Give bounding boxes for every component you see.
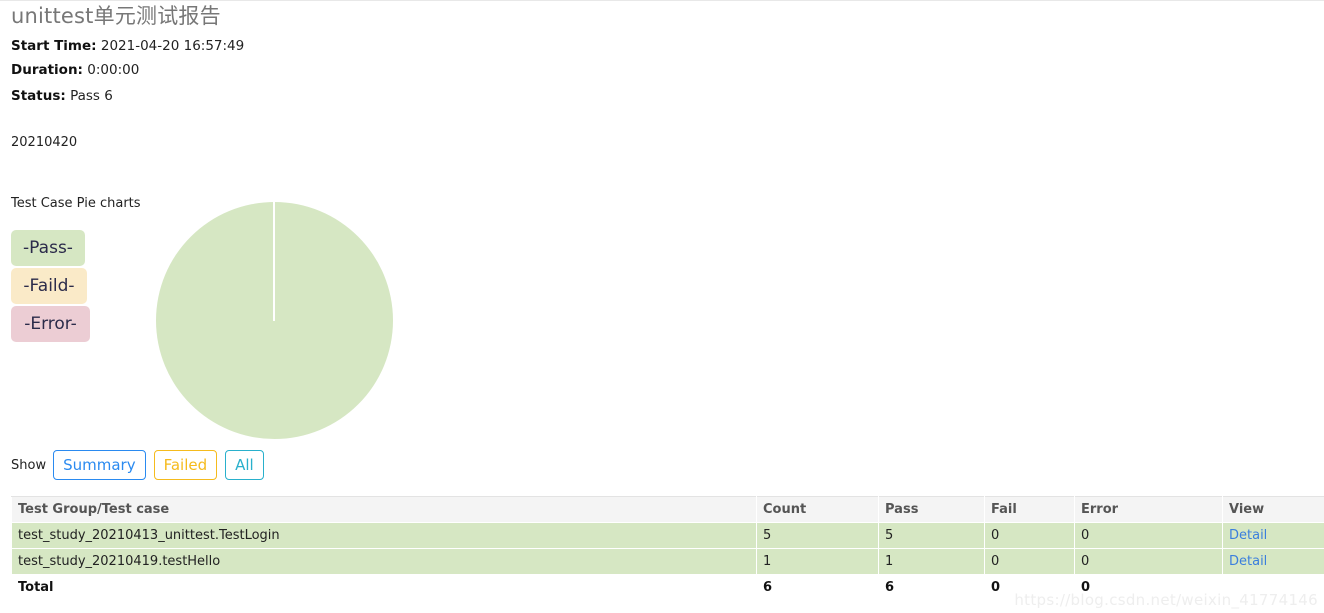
total-count: 6	[756, 574, 879, 601]
status-label: Status:	[11, 88, 66, 104]
pie-legend: -Pass- -Faild- -Error-	[11, 230, 131, 344]
detail-link[interactable]: Detail	[1229, 528, 1267, 543]
top-divider	[0, 0, 1324, 1]
show-controls: Show Summary Failed All	[11, 450, 272, 480]
row-test-group-name: test_study_20210419.testHello	[11, 548, 757, 575]
pie-chart-heading: Test Case Pie charts	[11, 196, 141, 211]
results-table: Test Group/Test case Count Pass Fail Err…	[11, 496, 1324, 601]
row-fail: 0	[984, 522, 1075, 549]
page-title: unittest单元测试报告	[11, 4, 221, 28]
legend-item-pass[interactable]: -Pass-	[11, 230, 85, 266]
header-fail: Fail	[984, 496, 1075, 523]
pie-slice-divider	[273, 202, 275, 321]
row-view: Detail	[1222, 548, 1324, 575]
legend-item-faild[interactable]: -Faild-	[11, 268, 87, 304]
row-pass: 1	[878, 548, 985, 575]
row-error: 0	[1074, 522, 1223, 549]
start-time-row: Start Time: 2021-04-20 16:57:49	[11, 38, 244, 54]
row-view: Detail	[1222, 522, 1324, 549]
header-error: Error	[1074, 496, 1223, 523]
status-value: Pass 6	[70, 88, 113, 104]
header-count: Count	[756, 496, 879, 523]
total-label: Total	[11, 574, 757, 601]
status-row: Status: Pass 6	[11, 88, 113, 104]
show-summary-button[interactable]: Summary	[53, 450, 146, 480]
header-view: View	[1222, 496, 1324, 523]
table-body: test_study_20210413_unittest.TestLogin 5…	[11, 522, 1324, 601]
table-total-row: Total 6 6 0 0	[11, 574, 1324, 601]
header-pass: Pass	[878, 496, 985, 523]
duration-row: Duration: 0:00:00	[11, 62, 139, 78]
pie-chart	[156, 202, 393, 439]
show-label: Show	[11, 457, 47, 473]
report-page: unittest单元测试报告 Start Time: 2021-04-20 16…	[0, 0, 1324, 613]
table-row[interactable]: test_study_20210413_unittest.TestLogin 5…	[11, 522, 1324, 549]
total-pass: 6	[878, 574, 985, 601]
legend-item-error[interactable]: -Error-	[11, 306, 90, 342]
report-description: 20210420	[11, 135, 78, 150]
row-pass: 5	[878, 522, 985, 549]
show-all-button[interactable]: All	[225, 450, 264, 480]
duration-value: 0:00:00	[87, 62, 140, 78]
show-failed-button[interactable]: Failed	[153, 450, 218, 480]
row-count: 1	[756, 548, 879, 575]
total-error: 0	[1074, 574, 1223, 601]
detail-link[interactable]: Detail	[1229, 554, 1267, 569]
start-time-label: Start Time:	[11, 38, 97, 54]
row-test-group-name: test_study_20210413_unittest.TestLogin	[11, 522, 757, 549]
duration-label: Duration:	[11, 62, 83, 78]
table-row[interactable]: test_study_20210419.testHello 1 1 0 0 De…	[11, 548, 1324, 575]
row-count: 5	[756, 522, 879, 549]
total-view	[1222, 574, 1324, 601]
start-time-value: 2021-04-20 16:57:49	[100, 38, 245, 54]
table-header: Test Group/Test case Count Pass Fail Err…	[11, 496, 1324, 523]
table-header-row: Test Group/Test case Count Pass Fail Err…	[11, 496, 1324, 523]
header-test-group: Test Group/Test case	[11, 496, 757, 523]
pie-slice-pass	[156, 202, 393, 439]
row-fail: 0	[984, 548, 1075, 575]
total-fail: 0	[984, 574, 1075, 601]
row-error: 0	[1074, 548, 1223, 575]
